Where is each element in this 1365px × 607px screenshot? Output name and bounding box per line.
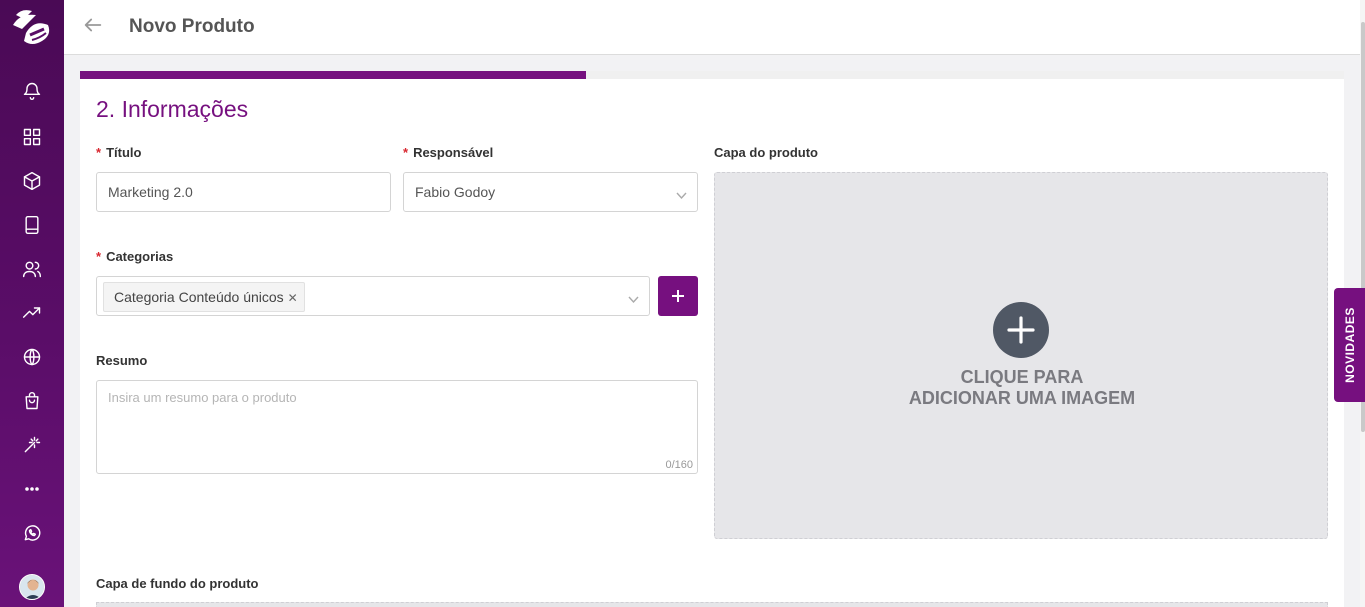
close-icon[interactable]: ✕ (288, 291, 298, 305)
chevron-down-icon (628, 291, 639, 304)
progress-bar-fill (80, 71, 586, 79)
shopping-bag-icon[interactable] (20, 389, 44, 413)
categorias-label: * Categorias (96, 249, 174, 264)
chevron-down-icon (676, 187, 687, 200)
categorias-select[interactable]: Categoria Conteúdo únicos ✕ (96, 276, 650, 316)
titulo-label: * Título (96, 145, 142, 160)
resumo-placeholder: Insira um resumo para o produto (108, 390, 297, 405)
cover-upload-area[interactable]: CLIQUE PARA ADICIONAR UMA IMAGEM (714, 172, 1328, 539)
section-title: 2. Informações (96, 96, 249, 122)
cover-label: Capa do produto (714, 145, 818, 160)
resumo-label: Resumo (96, 353, 148, 368)
required-marker: * (403, 145, 409, 160)
more-icon[interactable] (20, 477, 44, 501)
category-tag: Categoria Conteúdo únicos ✕ (103, 282, 305, 312)
avatar[interactable] (19, 574, 45, 600)
background-cover-label: Capa de fundo do produto (96, 576, 259, 591)
page-title: Novo Produto (129, 16, 255, 37)
book-icon[interactable] (20, 213, 44, 237)
background-cover-upload-area[interactable] (96, 602, 1328, 607)
progress-bar (80, 71, 1344, 79)
whatsapp-icon[interactable] (20, 521, 44, 545)
responsavel-select[interactable]: Fabio Godoy (403, 172, 698, 212)
plus-circle-icon (993, 302, 1049, 358)
cover-upload-text: CLIQUE PARA ADICIONAR UMA IMAGEM (908, 367, 1136, 408)
plus-icon (672, 290, 684, 302)
globe-icon[interactable] (20, 345, 44, 369)
users-icon[interactable] (20, 257, 44, 281)
responsavel-label: * Responsável (403, 145, 494, 160)
app-logo[interactable] (10, 5, 54, 51)
trending-icon[interactable] (20, 301, 44, 325)
add-category-button[interactable] (658, 276, 698, 316)
resumo-textarea[interactable]: Insira um resumo para o produto 0/160 (96, 380, 698, 474)
required-marker: * (96, 249, 102, 264)
back-arrow-icon[interactable] (82, 14, 106, 38)
sidebar (0, 0, 64, 607)
grid-icon[interactable] (20, 125, 44, 149)
bell-icon[interactable] (20, 79, 44, 103)
box-icon[interactable] (20, 169, 44, 193)
top-bar: Novo Produto (64, 0, 1360, 55)
novidades-tab[interactable]: NOVIDADES (1334, 288, 1365, 402)
titulo-input[interactable]: Marketing 2.0 (96, 172, 391, 212)
magic-wand-icon[interactable] (20, 433, 44, 457)
required-marker: * (96, 145, 102, 160)
form-card: 2. Informações * Título Marketing 2.0 * Re… (80, 71, 1344, 607)
char-counter: 0/160 (665, 459, 693, 471)
